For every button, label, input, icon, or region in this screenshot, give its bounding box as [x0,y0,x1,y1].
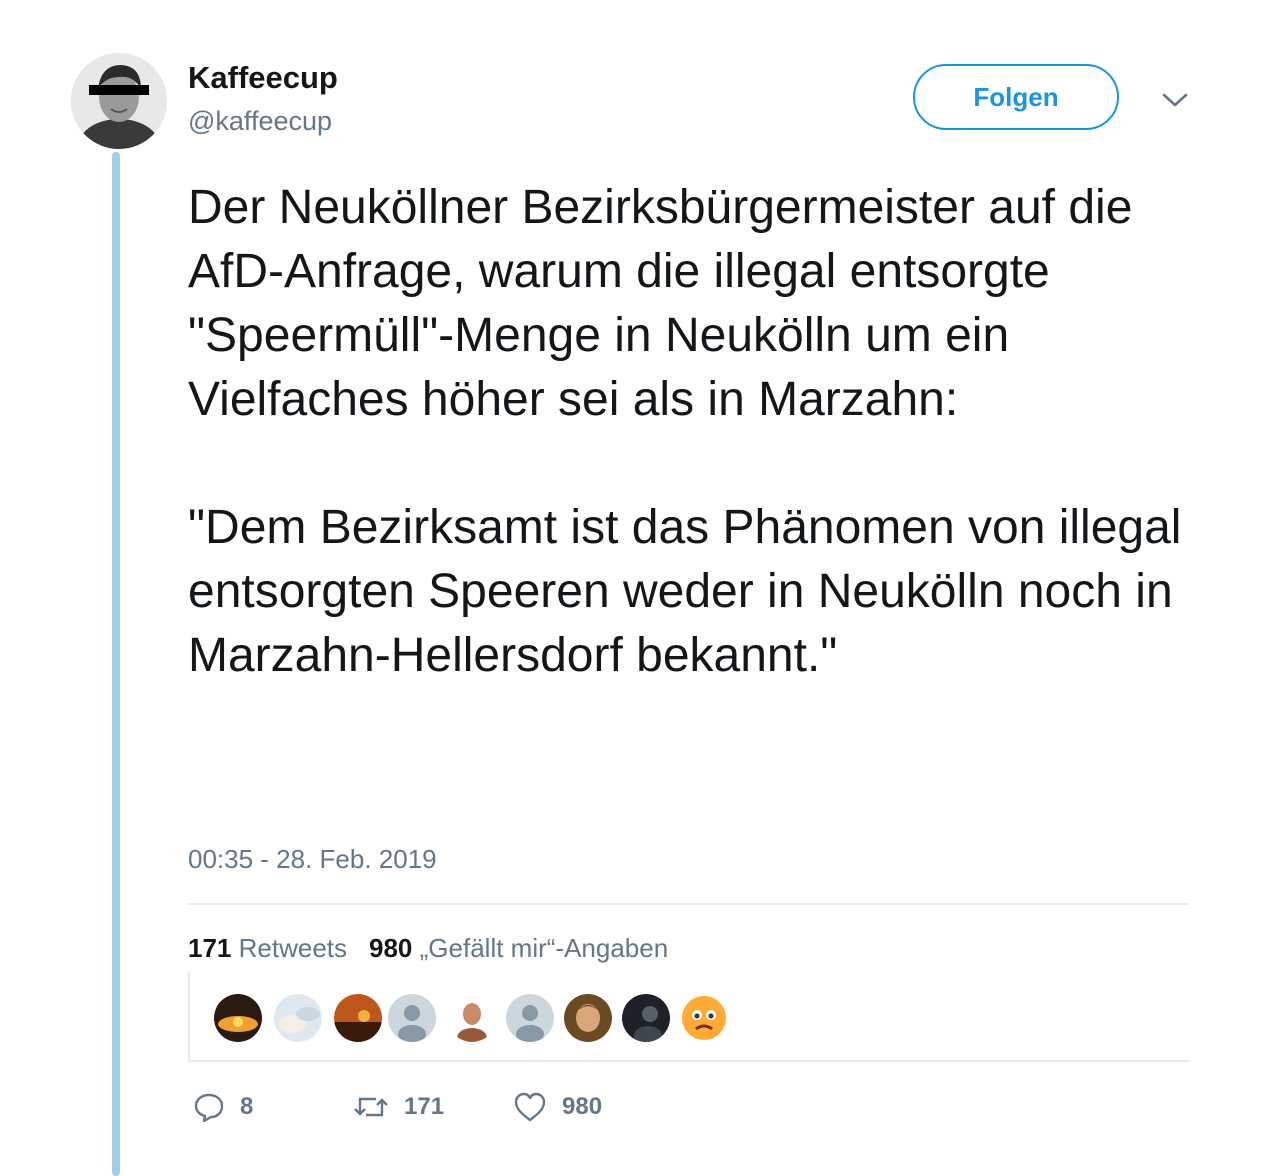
liker-avatars [188,972,1190,1062]
reply-button[interactable]: 8 [192,1090,253,1124]
emoji-avatar[interactable] [680,994,728,1042]
default-avatar[interactable] [506,994,554,1042]
sky-avatar[interactable] [274,994,322,1042]
reply-icon [192,1090,226,1124]
likes-stat[interactable]: 980 „Gefällt mir“-Angaben [369,933,668,964]
evening-avatar[interactable] [334,994,382,1042]
likes-label: „Gefällt mir“-Angaben [419,933,669,963]
like-count: 980 [562,1093,603,1120]
dark-avatar[interactable] [622,994,670,1042]
default-avatar[interactable] [388,994,436,1042]
author-display-name[interactable]: Kaffeecup [188,60,338,96]
follow-button[interactable]: Folgen [913,64,1119,130]
retweet-icon [352,1090,390,1124]
chevron-down-icon[interactable] [1160,88,1190,112]
retweets-count: 171 [188,933,232,963]
reply-count: 8 [240,1093,254,1120]
author-handle[interactable]: @kaffeecup [188,106,332,137]
heart-icon [512,1090,548,1124]
portrait-avatar[interactable] [564,994,612,1042]
tweet-timestamp[interactable]: 00:35 - 28. Feb. 2019 [188,844,437,875]
retweets-label: Retweets [238,933,348,963]
divider [188,903,1190,905]
retweets-stat[interactable]: 171 Retweets [188,933,347,964]
sunset-avatar[interactable] [214,994,262,1042]
retweet-button[interactable]: 171 [352,1090,444,1124]
tweet-stats: 171 Retweets 980 „Gefällt mir“-Angaben [188,933,668,964]
tweet-actions: 8 171 980 [188,1090,788,1130]
author-avatar[interactable] [71,53,167,149]
face-avatar[interactable] [448,994,496,1042]
retweet-count: 171 [404,1093,445,1120]
thread-line [112,152,120,1176]
likes-count: 980 [369,933,413,963]
tweet-text: Der Neuköllner Bezirksbürgermeister auf … [188,181,1182,682]
like-button[interactable]: 980 [512,1090,602,1124]
